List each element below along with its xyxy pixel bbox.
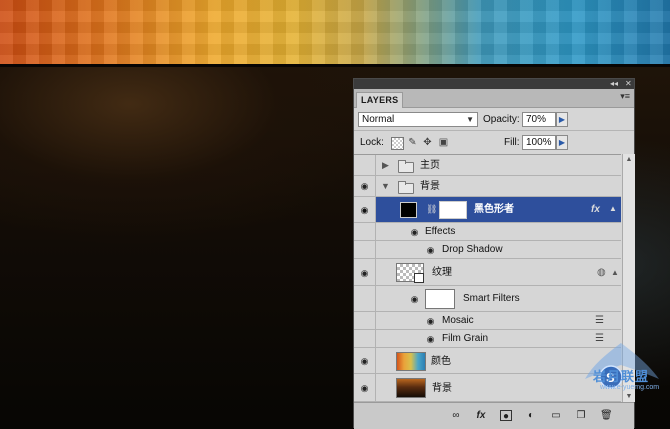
fill-slider-button[interactable]: ▶ [556, 135, 568, 150]
opacity-input[interactable]: 70% [522, 112, 556, 127]
layer-name: 黑色形者 [474, 204, 514, 215]
eye-icon: ◉ [360, 205, 369, 215]
canvas-top-strip [0, 0, 670, 66]
eye-icon: ◉ [360, 268, 369, 278]
blend-mode-select[interactable]: Normal ▼ [358, 112, 478, 127]
panel-menu-icon[interactable]: ▾≡ [620, 91, 630, 102]
panel-tab-row: LAYERS ▾≡ [354, 89, 634, 108]
layer-thumbnail[interactable] [396, 378, 426, 398]
filter-name: Mosaic [442, 315, 474, 326]
folder-icon [398, 181, 414, 194]
layer-name: 背景 [420, 181, 440, 192]
vector-mask-thumbnail[interactable] [439, 201, 467, 219]
eye-icon: ◉ [360, 383, 369, 393]
eye-icon: ◉ [360, 356, 369, 366]
filter-blending-options-icon[interactable]: ☰ [595, 315, 604, 326]
chevron-down-icon: ▼ [466, 115, 474, 124]
scroll-up-icon[interactable]: ▲ [624, 156, 634, 163]
collapse-icon[interactable]: ◂◂ [610, 78, 618, 89]
panel-title-bar[interactable]: ◂◂ ✕ [354, 79, 634, 89]
chain-link-icon[interactable]: ⛓ [426, 204, 437, 215]
visibility-spacer [354, 312, 376, 329]
visibility-toggle[interactable]: ◉ [354, 374, 376, 401]
layer-row[interactable]: ◉ 纹理 ◍ ▲ [354, 259, 621, 286]
visibility-spacer [354, 241, 376, 258]
lock-fill-row: Lock: ✎ ✥ ▣ Fill: 100% ▶ [354, 130, 634, 153]
eye-icon: ◉ [360, 181, 369, 191]
layer-row[interactable]: ◉ ▼ 背景 [354, 176, 621, 197]
layer-row[interactable]: ▶ 主页 [354, 155, 621, 176]
fill-label: Fill: [504, 137, 520, 148]
effect-name: Drop Shadow [442, 244, 503, 255]
expanded-triangle-icon[interactable]: ▼ [381, 181, 390, 191]
mask-icon[interactable]: ● [500, 410, 512, 422]
fx-icon[interactable]: fx [475, 410, 487, 421]
canvas-edge [0, 64, 670, 67]
layer-name: 纹理 [432, 267, 452, 278]
collapse-effects-icon[interactable]: ▲ [609, 204, 617, 213]
filter-indicator-icon[interactable]: ◍ [597, 267, 606, 278]
smart-filters-row[interactable]: ◉ Smart Filters [354, 286, 621, 312]
lock-all-icon[interactable]: ▣ [438, 137, 449, 148]
eye-icon[interactable]: ◉ [409, 295, 420, 304]
filter-mask-thumbnail[interactable] [425, 289, 455, 309]
fill-input[interactable]: 100% [522, 135, 556, 150]
eye-icon[interactable]: ◉ [409, 228, 420, 237]
layer-name: 颜色 [431, 356, 451, 367]
visibility-toggle[interactable] [354, 155, 376, 175]
link-icon[interactable]: ∞ [450, 410, 462, 421]
lock-pixels-icon[interactable]: ✎ [407, 137, 418, 148]
new-group-icon[interactable]: ▭ [550, 410, 562, 421]
lock-transparency-icon[interactable] [391, 137, 404, 150]
layer-name: 主页 [420, 160, 440, 171]
blend-opacity-row: Normal ▼ Opacity: 70% ▶ [354, 108, 634, 130]
eye-icon[interactable]: ◉ [425, 246, 436, 255]
smart-object-icon [414, 273, 424, 283]
layer-name: 背景 [432, 383, 452, 394]
visibility-spacer [354, 223, 376, 240]
effects-label: Effects [425, 226, 456, 237]
opacity-label: Opacity: [483, 114, 520, 125]
tab-layers[interactable]: LAYERS [356, 92, 404, 108]
visibility-spacer [354, 286, 376, 311]
fx-icon[interactable]: fx [591, 204, 600, 215]
eye-icon[interactable]: ◉ [425, 317, 436, 326]
collapsed-triangle-icon[interactable]: ▶ [382, 160, 389, 171]
visibility-toggle[interactable]: ◉ [354, 176, 376, 196]
folder-icon [398, 160, 414, 173]
lock-position-icon[interactable]: ✥ [422, 137, 433, 148]
filter-name: Film Grain [442, 333, 489, 344]
blend-mode-value: Normal [362, 114, 395, 125]
effect-row[interactable]: ◉ Drop Shadow [354, 241, 621, 259]
visibility-toggle[interactable]: ◉ [354, 259, 376, 285]
collapse-filters-icon[interactable]: ▲ [611, 268, 619, 277]
opacity-slider-button[interactable]: ▶ [556, 112, 568, 127]
lock-label: Lock: [360, 137, 384, 148]
watermark-url: www.e-yuemg.com [600, 384, 660, 391]
layer-row-selected[interactable]: ◉ ⛓ 黑色形者 fx ▲ [354, 197, 621, 223]
smart-filters-label: Smart Filters [463, 293, 520, 304]
visibility-spacer [354, 330, 376, 347]
filter-row[interactable]: ◉ Mosaic ☰ [354, 312, 621, 330]
effects-row[interactable]: ◉ Effects [354, 223, 621, 241]
close-icon[interactable]: ✕ [625, 78, 632, 89]
watermark-text: 岩月联盟 [593, 369, 650, 384]
visibility-toggle[interactable]: ◉ [354, 348, 376, 373]
eye-icon[interactable]: ◉ [425, 335, 436, 344]
visibility-toggle[interactable]: ◉ [354, 197, 376, 222]
layer-thumbnail[interactable] [396, 352, 426, 371]
layer-thumbnail[interactable] [400, 202, 417, 218]
adjustment-icon[interactable]: ◐ [525, 410, 537, 421]
